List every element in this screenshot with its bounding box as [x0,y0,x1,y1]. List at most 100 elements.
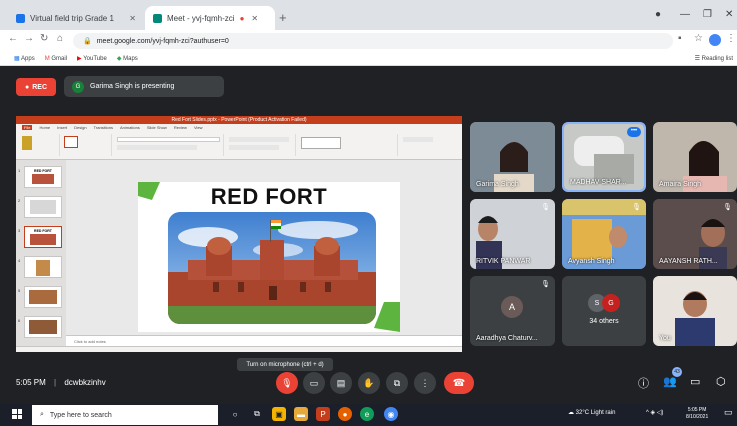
meeting-time: 5:05 PM [16,378,46,387]
slide-thumbnail[interactable] [24,286,62,308]
browser-tab-virtual-field-trip[interactable]: Virtual field trip Grade 1 ✕ [8,6,144,30]
firefox-icon[interactable]: ● [338,407,352,421]
powerpoint-status-bar [16,346,462,352]
close-tab-icon[interactable]: ✕ [251,14,258,23]
present-button[interactable]: ⧉ [386,372,408,394]
close-window-button[interactable]: ✕ [725,9,733,20]
ribbon-tabs: File Home Insert Design Transitions Anim… [22,125,203,130]
windows-start-icon[interactable] [12,409,22,419]
notification-icon[interactable]: ▭ [724,407,733,418]
bookmark-gmail[interactable]: M Gmail [45,56,67,62]
powerpoint-icon[interactable]: P [316,407,330,421]
bookmark-apps[interactable]: ▦ Apps [14,55,35,62]
participant-tile-active[interactable]: MADHAV SHAR... ••• [562,122,646,192]
ribbon-tab: Slide Show [146,125,167,130]
tab-label: Virtual field trip Grade 1 [30,13,114,23]
participant-avatar: A [501,296,523,318]
others-tile[interactable]: S G 34 others [562,276,646,346]
more-vert-icon: ⋮ [420,377,430,388]
bookmark-star-icon[interactable]: ☆ [694,33,703,44]
chrome-menu-icon[interactable]: ⋮ [726,33,736,44]
participant-tile[interactable]: Garima Singh [470,122,555,192]
task-view-icon[interactable]: ⧉ [250,407,264,421]
store-icon[interactable]: ▣ [272,407,286,421]
ribbon-tab: Review [173,125,187,130]
taskbar-search[interactable]: ⌕ Type here to search [32,405,218,425]
self-tile[interactable]: You [653,276,737,346]
thumb-number: 1 [18,168,21,173]
slide-thumbnail[interactable]: RED FORT [24,166,62,188]
edge-icon[interactable]: e [360,407,374,421]
chat-icon: ▭ [690,376,701,388]
account-icon[interactable]: ● [655,9,661,20]
omnibox[interactable]: 🔒 meet.google.com/yvj-fqmh-zci?authuser=… [73,33,673,49]
url-text: meet.google.com/yvj-fqmh-zci?authuser=0 [96,37,229,45]
end-call-icon: ☎ [452,377,466,389]
slide-thumbnail-selected[interactable]: RED FORT [24,226,62,248]
thumb-number: 2 [18,198,21,203]
new-tab-button[interactable]: + [279,10,287,25]
presentation-stage[interactable]: Red Fort Slides.pptx - PowerPoint (Produ… [16,116,462,352]
taskbar-clock[interactable]: 5:05 PM 8/10/2021 [686,407,708,421]
file-explorer-icon[interactable]: ▬ [294,407,308,421]
participant-tile[interactable]: Amaira Singh [653,122,737,192]
home-icon[interactable]: ⌂ [57,33,63,44]
network-icon: ◈ [650,410,656,416]
maximize-button[interactable]: ❐ [703,9,712,20]
more-options-icon[interactable]: ••• [627,127,641,137]
mic-off-icon: 🎙 [723,204,732,211]
weather-widget[interactable]: ☁ 32°C Light rain [568,409,615,416]
microphone-toggle-button[interactable]: 🎙 [276,372,298,394]
more-options-button[interactable]: ⋮ [414,372,436,394]
meeting-details-button[interactable]: ⓘ [638,375,649,391]
camera-toggle-button[interactable]: ▭ [303,372,325,394]
chevron-up-icon: ^ [646,410,649,416]
participants-button[interactable]: 👥 [663,375,677,388]
mic-off-icon: 🎙 [541,204,550,211]
recording-badge[interactable]: ● REC [16,78,56,96]
leave-call-button[interactable]: ☎ [444,372,474,394]
reading-list-button[interactable]: ☰ Reading list [695,55,733,62]
ribbon-tab: Animations [120,125,140,130]
participant-count-badge: 43 [672,367,682,377]
forward-icon[interactable]: → [24,33,34,44]
bookmark-youtube[interactable]: ▶ YouTube [77,55,107,62]
thumb-image [36,260,50,276]
present-screen-icon: ⧉ [393,377,401,388]
slide-thumbnail[interactable] [24,316,62,338]
participant-tile[interactable]: 🎙 RITVIK PANWAR [470,199,555,269]
participant-tile[interactable]: 🎙 AAYANSH RATH... [653,199,737,269]
recording-dot-icon: ● [239,13,245,23]
activities-button[interactable]: ⬡ [716,375,726,388]
cortana-icon[interactable]: ○ [228,407,242,421]
camera-indicator-icon[interactable]: ▪ [678,33,682,44]
close-tab-icon[interactable]: ✕ [129,14,136,23]
bookmark-maps[interactable]: ◆ Maps [117,55,138,62]
current-slide[interactable]: RED FORT [138,182,400,332]
meeting-info: 5:05 PM | dcwbkzinhv [16,378,106,387]
captions-button[interactable]: ▤ [330,372,352,394]
slide-thumbnail-pane: 1 RED FORT 2 3 RED FORT 4 5 6 [16,160,66,346]
mic-off-icon: 🎙 [281,377,293,388]
info-icon: ⓘ [638,378,649,390]
browser-tab-meet[interactable]: Meet - yvj-fqmh-zci ● ✕ [145,6,275,30]
reload-icon[interactable]: ↻ [40,33,48,44]
slide-thumbnail[interactable] [24,196,62,218]
clock-date: 8/10/2021 [686,414,709,420]
chrome-icon[interactable]: ◉ [384,407,398,421]
slide-thumbnail[interactable] [24,256,62,278]
slide-notes[interactable]: Click to add notes [66,335,462,346]
profile-avatar[interactable] [709,34,721,46]
back-icon[interactable]: ← [8,33,18,44]
slide-accent-shape [374,302,400,332]
participant-tile[interactable]: A 🎙 Aaradhya Chaturv... [470,276,555,346]
search-placeholder: Type here to search [49,411,112,419]
meeting-code: dcwbkzinhv [64,378,106,387]
ribbon-tab: Transitions [93,125,114,130]
raise-hand-button[interactable]: ✋ [358,372,380,394]
minimize-button[interactable]: — [680,9,690,20]
chat-button[interactable]: ▭ [690,375,700,388]
tray-icons[interactable]: ^ ◈ ◁) [646,409,663,416]
slide-title: RED FORT [210,184,328,209]
participant-tile[interactable]: 🎙 Avyansh Singh [562,199,646,269]
